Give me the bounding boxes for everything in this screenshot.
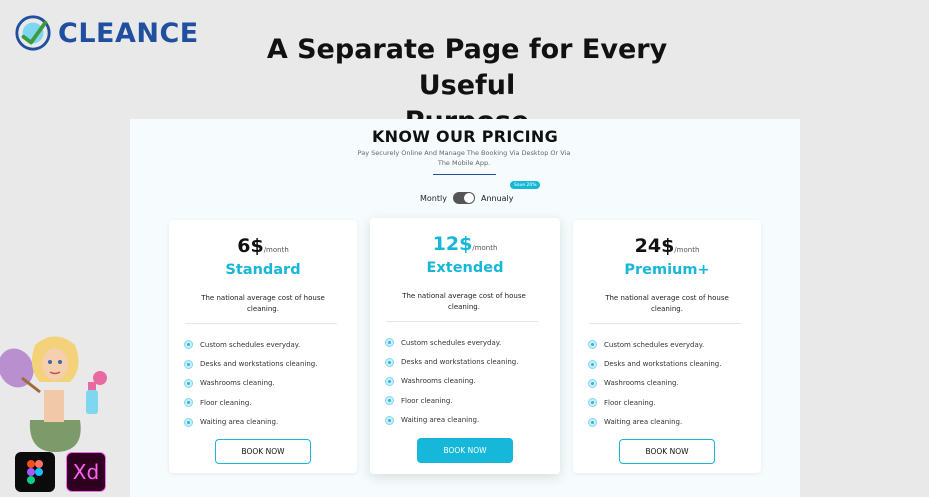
- bubble-bullet-icon: [385, 415, 394, 425]
- price-row: 12$/month: [370, 233, 560, 255]
- card-divider: [589, 323, 741, 324]
- bubble-bullet-icon: [385, 357, 394, 367]
- bubble-bullet-icon: [385, 376, 394, 386]
- figma-icon: [15, 452, 55, 492]
- figma-logo-icon: [27, 460, 43, 484]
- feature-item: Washrooms cleaning.: [385, 372, 518, 391]
- save-badge: Save 20%: [510, 181, 541, 189]
- price-row: 6$/month: [169, 235, 357, 257]
- feature-item: Custom schedules everyday.: [184, 335, 317, 354]
- brand-logo[interactable]: CLEANCE: [14, 14, 199, 52]
- plan-price: 12$: [432, 233, 473, 255]
- bubble-bullet-icon: [385, 338, 394, 348]
- feature-text: Desks and workstations cleaning.: [200, 360, 318, 369]
- feature-text: Floor cleaning.: [200, 398, 252, 407]
- feature-item: Floor cleaning.: [184, 393, 317, 412]
- feature-item: Floor cleaning.: [385, 391, 518, 410]
- plan-description: The national average cost of house clean…: [402, 292, 526, 311]
- toggle-knob: [463, 193, 474, 203]
- feature-text: Waiting area cleaning.: [401, 416, 480, 425]
- feature-item: Waiting area cleaning.: [184, 413, 317, 432]
- feature-text: Washrooms cleaning.: [200, 379, 275, 388]
- plan-name: Premium+: [624, 262, 710, 278]
- headline-line-1: A Separate Page for Every Useful: [266, 34, 668, 101]
- book-now-button[interactable]: BOOK NOW: [619, 439, 715, 464]
- feature-item: Desks and workstations cleaning.: [385, 352, 518, 371]
- bubble-bullet-icon: [184, 398, 193, 408]
- monthly-label[interactable]: Montly: [420, 194, 447, 203]
- price-row: 24$/month: [573, 235, 761, 257]
- pricing-panel: KNOW OUR PRICING Pay Securely Online And…: [130, 119, 800, 497]
- plan-name: Extended: [426, 260, 504, 276]
- bubble-bullet-icon: [588, 340, 597, 350]
- cleaning-lady-mascot-illustration: [0, 336, 107, 452]
- bubble-bullet-icon: [588, 378, 597, 388]
- title-divider: [433, 174, 496, 175]
- plan-name: Standard: [225, 262, 301, 278]
- bubble-bullet-icon: [588, 417, 597, 427]
- plan-card-premium: 24$/month Premium+ The national average …: [573, 220, 761, 473]
- feature-text: Floor cleaning.: [604, 398, 656, 407]
- feature-list: Custom schedules everyday. Desks and wor…: [385, 333, 518, 430]
- plan-price: 24$: [634, 235, 675, 257]
- plan-description: The national average cost of house clean…: [605, 294, 729, 313]
- feature-item: Washrooms cleaning.: [184, 374, 317, 393]
- card-divider: [185, 323, 337, 324]
- feature-item: Washrooms cleaning.: [588, 374, 721, 393]
- pricing-title: KNOW OUR PRICING: [371, 127, 559, 146]
- adobe-xd-icon: Xd: [66, 452, 106, 492]
- billing-toggle-switch[interactable]: [452, 192, 475, 204]
- feature-text: Custom schedules everyday.: [200, 340, 301, 349]
- feature-text: Washrooms cleaning.: [604, 379, 679, 388]
- pricing-subtitle: Pay Securely Online And Manage The Booki…: [357, 149, 571, 167]
- plan-card-extended: 12$/month Extended The national average …: [370, 218, 560, 474]
- plan-description: The national average cost of house clean…: [201, 294, 325, 313]
- feature-text: Custom schedules everyday.: [401, 338, 502, 347]
- feature-item: Desks and workstations cleaning.: [184, 354, 317, 373]
- feature-item: Desks and workstations cleaning.: [588, 354, 721, 373]
- bubble-bullet-icon: [184, 340, 193, 350]
- plan-price: 6$: [237, 235, 264, 257]
- card-divider: [386, 321, 538, 322]
- feature-text: Custom schedules everyday.: [604, 340, 705, 349]
- feature-text: Floor cleaning.: [401, 396, 453, 405]
- plan-period: /month: [263, 246, 289, 254]
- billing-toggle-row: Montly Annualy: [420, 192, 514, 204]
- feature-text: Desks and workstations cleaning.: [604, 360, 722, 369]
- feature-item: Custom schedules everyday.: [385, 333, 518, 352]
- feature-list: Custom schedules everyday. Desks and wor…: [184, 335, 317, 432]
- feature-list: Custom schedules everyday. Desks and wor…: [588, 335, 721, 432]
- feature-item: Floor cleaning.: [588, 393, 721, 412]
- plan-period: /month: [674, 246, 700, 254]
- annually-label[interactable]: Annualy: [481, 194, 514, 203]
- feature-item: Waiting area cleaning.: [588, 413, 721, 432]
- cleance-logo-icon: [15, 15, 51, 51]
- bubble-bullet-icon: [184, 359, 193, 369]
- feature-text: Waiting area cleaning.: [200, 418, 279, 427]
- feature-text: Desks and workstations cleaning.: [401, 358, 519, 367]
- brand-name: CLEANCE: [58, 17, 199, 49]
- book-now-button[interactable]: BOOK NOW: [215, 439, 311, 464]
- feature-text: Waiting area cleaning.: [604, 418, 683, 427]
- bubble-bullet-icon: [588, 359, 597, 369]
- bubble-bullet-icon: [184, 417, 193, 427]
- plan-period: /month: [472, 244, 498, 252]
- book-now-button[interactable]: BOOK NOW: [417, 438, 513, 463]
- bubble-bullet-icon: [588, 398, 597, 408]
- feature-text: Washrooms cleaning.: [401, 377, 476, 386]
- feature-item: Waiting area cleaning.: [385, 411, 518, 430]
- bubble-bullet-icon: [385, 396, 394, 406]
- plan-card-standard: 6$/month Standard The national average c…: [169, 220, 357, 473]
- bubble-bullet-icon: [184, 378, 193, 388]
- feature-item: Custom schedules everyday.: [588, 335, 721, 354]
